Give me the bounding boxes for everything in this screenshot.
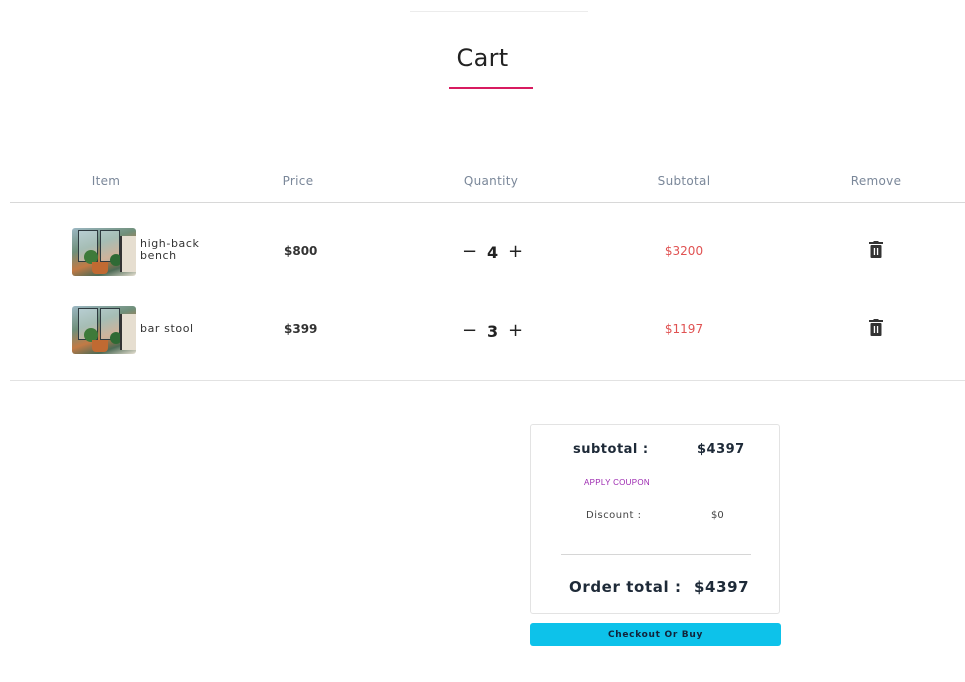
apply-coupon-link[interactable]: APPLY COUPON: [584, 478, 650, 487]
header-item: Item: [91, 174, 121, 188]
summary-divider: [561, 554, 751, 555]
top-divider: [410, 11, 588, 12]
header-remove: Remove: [850, 174, 902, 188]
order-summary: subtotal : $4397 APPLY COUPON Discount :…: [530, 424, 780, 614]
trash-icon[interactable]: [869, 319, 883, 336]
product-image[interactable]: [72, 306, 136, 354]
table-row: high-back bench $800 − 4 + $3200: [10, 228, 965, 278]
summary-subtotal-label: subtotal :: [573, 442, 649, 457]
product-image[interactable]: [72, 228, 136, 276]
order-total-label: Order total :: [569, 578, 682, 596]
item-name: bar stool: [140, 322, 194, 335]
table-row: bar stool $399 − 3 + $1197: [10, 306, 965, 356]
header-price: Price: [282, 174, 314, 188]
cart-table-header: Item Price Quantity Subtotal Remove: [10, 170, 965, 203]
item-subtotal: $3200: [664, 244, 704, 258]
order-total-value: $4397: [694, 578, 750, 596]
decrease-quantity-button[interactable]: −: [462, 322, 477, 340]
checkout-button[interactable]: Checkout Or Buy: [530, 623, 781, 646]
trash-icon[interactable]: [869, 241, 883, 258]
increase-quantity-button[interactable]: +: [508, 322, 523, 340]
quantity-value: 4: [487, 243, 499, 262]
item-price: $399: [284, 322, 318, 336]
decrease-quantity-button[interactable]: −: [462, 243, 477, 261]
title-underline: [449, 87, 533, 89]
increase-quantity-button[interactable]: +: [508, 243, 523, 261]
item-subtotal: $1197: [664, 322, 704, 336]
page-title: Cart: [456, 44, 509, 72]
discount-label: Discount :: [586, 510, 642, 521]
quantity-value: 3: [487, 322, 499, 341]
summary-subtotal-value: $4397: [697, 442, 745, 457]
header-subtotal: Subtotal: [657, 174, 711, 188]
item-price: $800: [284, 244, 318, 258]
discount-value: $0: [711, 510, 724, 521]
item-name: high-back bench: [140, 237, 200, 262]
header-quantity: Quantity: [463, 174, 519, 188]
table-bottom-divider: [10, 380, 965, 381]
